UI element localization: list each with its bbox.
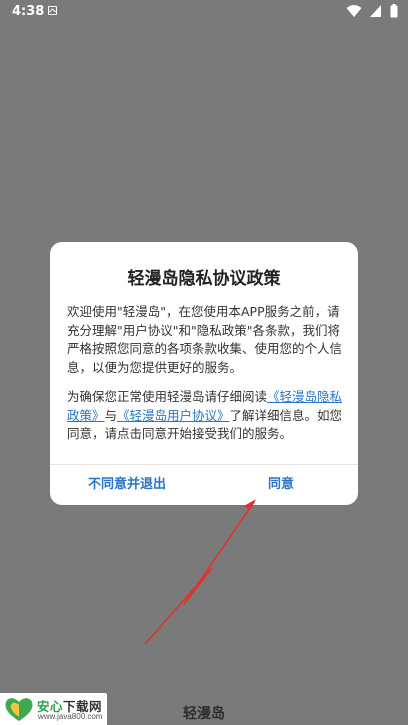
watermark-url: www.java800.com xyxy=(38,712,103,721)
watermark: 安心下载网 www.java800.com xyxy=(0,693,107,725)
annotation-arrow xyxy=(145,499,256,644)
watermark-logo-icon xyxy=(5,698,33,721)
